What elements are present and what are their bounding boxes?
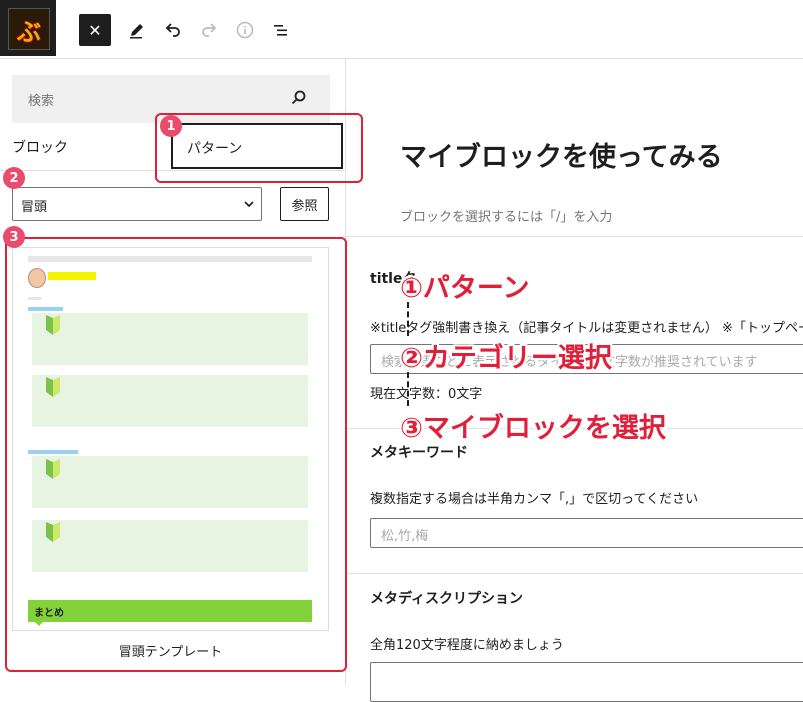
tools-button[interactable] (121, 14, 153, 46)
undo-icon (165, 23, 180, 37)
callout-step-3: ③マイブロックを選択 (400, 413, 666, 444)
pattern-category-value: 冒頭 (21, 200, 48, 215)
block-appender-hint[interactable]: ブロックを選択するには「/」を入力 (400, 206, 612, 225)
logo-glyph: ぶ (17, 17, 41, 46)
list-view-icon (274, 25, 287, 36)
callout-step-2: ②カテゴリー選択 (400, 343, 612, 374)
undo-button[interactable] (157, 14, 189, 46)
info-icon (236, 21, 254, 39)
post-title[interactable]: マイブロックを使ってみる (400, 135, 723, 174)
annotation-pattern-tab (155, 113, 363, 183)
browse-button[interactable]: 参照 (280, 187, 329, 221)
close-icon: ✕ (88, 20, 102, 40)
step-badge: 2 (3, 167, 25, 189)
tab-blocks[interactable]: ブロック (12, 137, 68, 157)
callout-step-1: ①パターン (400, 273, 530, 304)
list-view-button[interactable] (265, 14, 297, 46)
logo-tile: ぶ (8, 8, 50, 50)
step-badge: 1 (160, 115, 182, 137)
chevron-down-icon (244, 201, 254, 208)
meta-keywords-note: 複数指定する場合は半角カンマ「,」で区切ってください (370, 492, 699, 507)
edit-icon (130, 24, 143, 39)
search-icon (291, 90, 306, 105)
redo-icon (202, 23, 217, 37)
meta-description-input[interactable] (370, 662, 803, 702)
close-inserter-button[interactable]: ✕ (79, 14, 111, 46)
char-count: 現在文字数：0文字 (370, 387, 483, 402)
meta-description-heading: メタディスクリプション (370, 591, 524, 607)
pattern-category-select[interactable]: 冒頭 (12, 187, 262, 221)
details-button[interactable] (229, 14, 261, 46)
search-placeholder: 検索 (28, 94, 55, 109)
step-badge: 3 (3, 226, 25, 248)
meta-keywords-input[interactable]: 松,竹,梅 (370, 518, 803, 548)
redo-button[interactable] (193, 14, 225, 46)
meta-keywords-placeholder: 松,竹,梅 (381, 529, 429, 544)
meta-divider (346, 236, 803, 237)
annotation-pattern-area (5, 237, 347, 672)
meta-description-note: 全角120文字程度に納めましょう (370, 638, 564, 653)
site-logo[interactable]: ぶ (0, 0, 56, 56)
meta-title-note: ※titleタグ強制書き換え（記事タイトルは変更されません） ※「トップペー (370, 321, 803, 336)
meta-divider (346, 573, 803, 574)
meta-keywords-heading: メタキーワード (370, 445, 468, 461)
flow-arrow (407, 302, 411, 336)
flow-arrow (407, 372, 411, 406)
